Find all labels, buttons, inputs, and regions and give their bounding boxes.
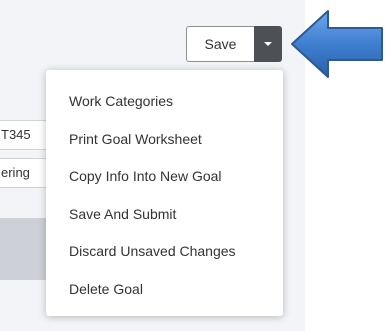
save-options-menu: Work Categories Print Goal Worksheet Cop…	[46, 70, 283, 316]
save-options-toggle[interactable]	[254, 26, 282, 62]
menu-item-delete-goal[interactable]: Delete Goal	[46, 271, 283, 309]
menu-item-save-and-submit[interactable]: Save And Submit	[46, 196, 283, 234]
goal-id-value: T345	[1, 127, 31, 142]
menu-item-discard-unsaved-changes[interactable]: Discard Unsaved Changes	[46, 233, 283, 271]
menu-item-copy-info-into-new-goal[interactable]: Copy Info Into New Goal	[46, 158, 283, 196]
save-button[interactable]: Save	[186, 26, 254, 62]
menu-item-print-goal-worksheet[interactable]: Print Goal Worksheet	[46, 121, 283, 159]
chevron-down-icon	[264, 42, 272, 46]
menu-item-work-categories[interactable]: Work Categories	[46, 83, 283, 121]
pointer-arrow-icon	[291, 10, 383, 78]
goal-category-value: ering	[1, 165, 30, 180]
save-split-button: Save	[186, 26, 282, 62]
